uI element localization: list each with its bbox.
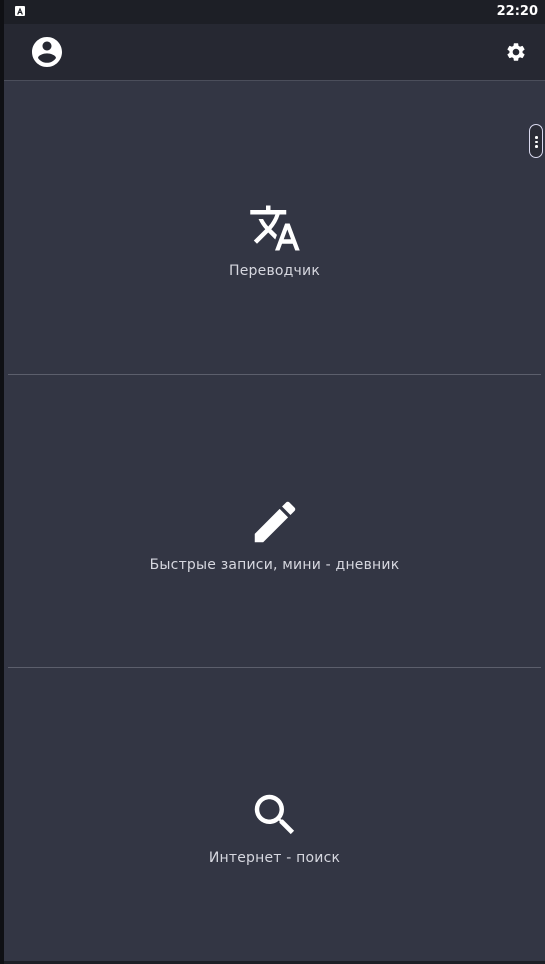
tile-translator-label: Переводчик	[229, 263, 320, 279]
tile-search[interactable]: Интернет - поиск	[4, 668, 545, 960]
tile-notes-label: Быстрые записи, мини - дневник	[149, 557, 400, 573]
gear-icon[interactable]	[505, 41, 527, 63]
tile-search-label: Интернет - поиск	[208, 850, 341, 866]
account-circle-icon[interactable]	[29, 34, 65, 70]
tile-notes[interactable]: Быстрые записи, мини - дневник	[4, 375, 545, 667]
pencil-icon	[248, 495, 302, 549]
translate-icon	[248, 201, 302, 255]
status-time: 22:20	[496, 4, 538, 19]
app-screen: 22:20 Переводчик Быстрые записи, мини - …	[0, 0, 545, 964]
app-notification-icon	[15, 6, 25, 16]
tile-translator[interactable]: Переводчик	[4, 81, 545, 373]
status-bar: 22:20	[4, 0, 545, 24]
search-icon	[248, 788, 302, 842]
app-bar	[4, 24, 545, 81]
